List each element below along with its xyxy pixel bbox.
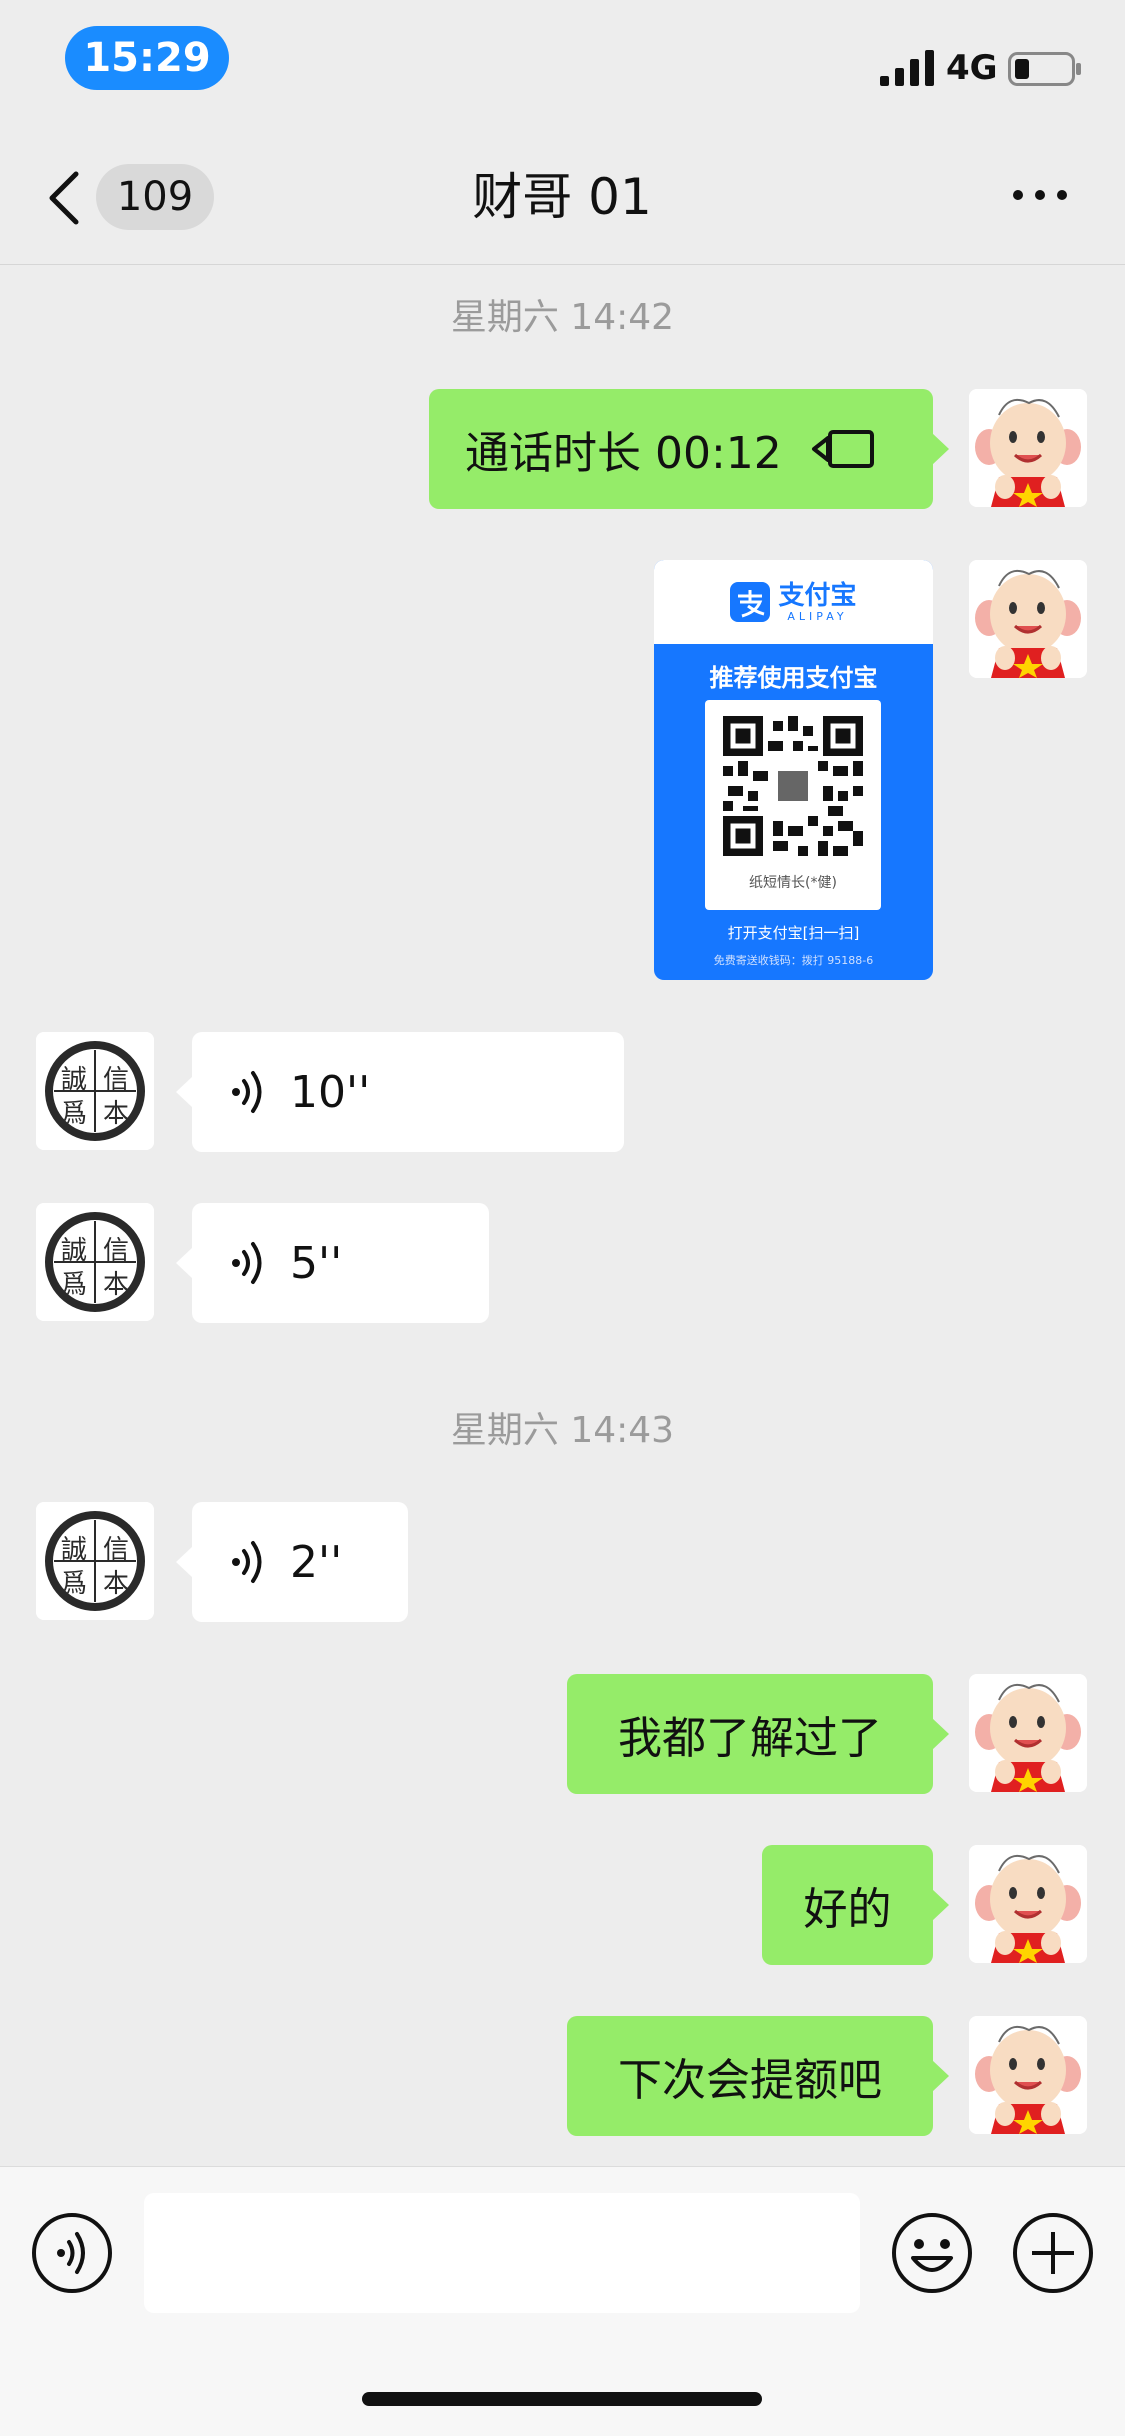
seal-char: 本	[103, 1569, 129, 1599]
alipay-logo-icon	[730, 582, 771, 622]
payee-name: 纸短情长(*健)	[749, 875, 837, 891]
seal-char: 爲	[61, 1569, 87, 1599]
message-timestamp: 星期六 14:43	[450, 1410, 675, 1451]
home-indicator[interactable]	[362, 2392, 762, 2406]
voice-duration: 2''	[290, 1536, 343, 1588]
message-timestamp: 星期六 14:42	[450, 297, 675, 338]
contact-avatar[interactable]: 誠 信 爲 本	[36, 1203, 154, 1321]
message-text: 下次会提额吧	[618, 2055, 882, 2106]
alipay-qr-image[interactable]: 支付宝 ALIPAY 推荐使用支付宝 纸短情长(*健) 打开支付宝[扫一扫] 免…	[654, 560, 933, 980]
voice-input-icon[interactable]	[31, 2212, 113, 2294]
seal-char: 本	[103, 1099, 129, 1129]
qr-code-icon	[723, 716, 863, 856]
alipay-header: 支付宝 ALIPAY	[654, 560, 933, 644]
message-text: 好的	[803, 1884, 892, 1935]
voice-icon	[232, 1071, 262, 1113]
seal-char: 信	[103, 1065, 129, 1095]
status-bar: 15:29 4G	[0, 0, 1125, 130]
more-icon[interactable]	[1010, 180, 1070, 210]
text-message-bubble[interactable]: 下次会提额吧	[567, 2016, 949, 2136]
seal-char: 爲	[61, 1099, 87, 1129]
my-avatar[interactable]	[969, 2016, 1087, 2134]
alipay-scan-hint: 打开支付宝[扫一扫]	[727, 924, 860, 942]
signal-icon	[880, 50, 934, 86]
call-duration-text: 通话时长 00:12	[465, 428, 782, 479]
alipay-free-hint: 免费寄送收钱码：拨打 95188-6	[713, 954, 874, 967]
my-avatar[interactable]	[969, 389, 1087, 507]
alipay-recommend-text: 推荐使用支付宝	[709, 664, 878, 692]
voice-duration: 10''	[290, 1066, 371, 1118]
seal-char: 誠	[61, 1535, 87, 1565]
voice-message-bubble[interactable]: 10''	[176, 1032, 624, 1152]
voice-duration: 5''	[290, 1237, 343, 1289]
message-input[interactable]	[144, 2193, 860, 2313]
voice-icon	[232, 1242, 262, 1284]
back-icon[interactable]	[44, 168, 84, 228]
alipay-brand-name: 支付宝	[778, 580, 857, 611]
seal-char: 本	[103, 1270, 129, 1300]
chat-title: 财哥 01	[472, 168, 652, 226]
network-type: 4G	[946, 48, 998, 88]
seal-char: 誠	[61, 1236, 87, 1266]
seal-char: 信	[103, 1535, 129, 1565]
video-call-icon	[811, 430, 874, 468]
my-avatar[interactable]	[969, 560, 1087, 678]
status-time: 15:29	[65, 26, 229, 90]
my-avatar[interactable]	[969, 1845, 1087, 1963]
contact-avatar[interactable]: 誠 信 爲 本	[36, 1502, 154, 1620]
voice-message-bubble[interactable]: 5''	[176, 1203, 489, 1323]
voice-message-bubble[interactable]: 2''	[176, 1502, 408, 1622]
battery-icon	[1008, 52, 1081, 86]
my-avatar[interactable]	[969, 1674, 1087, 1792]
emoji-icon[interactable]	[891, 2212, 973, 2294]
alipay-brand-en: ALIPAY	[787, 609, 848, 623]
voice-icon	[232, 1541, 262, 1583]
call-record-bubble[interactable]: 通话时长 00:12	[429, 389, 949, 509]
message-text: 我都了解过了	[618, 1713, 882, 1764]
chat-header: 109 财哥 01	[0, 130, 1125, 265]
seal-char: 爲	[61, 1270, 87, 1300]
text-message-bubble[interactable]: 好的	[762, 1845, 949, 1965]
seal-char: 信	[103, 1236, 129, 1266]
seal-char: 誠	[61, 1065, 87, 1095]
plus-icon[interactable]	[1012, 2212, 1094, 2294]
text-message-bubble[interactable]: 我都了解过了	[567, 1674, 949, 1794]
unread-count-badge[interactable]: 109	[96, 164, 214, 230]
contact-avatar[interactable]: 誠 信 爲 本	[36, 1032, 154, 1150]
qr-code-box: 纸短情长(*健)	[705, 700, 881, 910]
